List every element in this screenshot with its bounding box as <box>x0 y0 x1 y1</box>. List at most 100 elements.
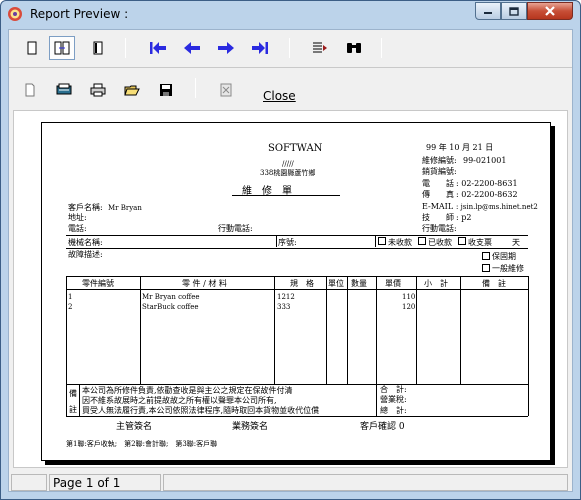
rule <box>326 276 327 384</box>
app-icon <box>8 7 22 21</box>
col-part-name: 零 件 / 材 料 <box>182 279 227 288</box>
row-spec: 333 <box>277 303 291 311</box>
find-icon <box>347 43 361 53</box>
previous-page-button[interactable] <box>179 36 205 60</box>
page-width-button[interactable] <box>85 36 111 60</box>
page-setup-button[interactable] <box>51 78 77 102</box>
toolbar-separator <box>289 38 290 58</box>
rule <box>528 276 529 416</box>
rule <box>66 276 67 416</box>
rule <box>66 276 528 277</box>
tel-value: : 02-2200-8631 <box>456 179 518 188</box>
customer-label: 客戶名稱: <box>68 203 103 212</box>
serial-label: 序號: <box>278 238 297 247</box>
fax-label: 傳 真 <box>422 190 454 199</box>
previous-page-icon <box>184 42 200 54</box>
row-price: 110 <box>402 293 416 301</box>
maximize-button[interactable] <box>501 2 527 20</box>
warranty-label: 保固期 <box>492 252 516 261</box>
last-page-button[interactable] <box>247 36 273 60</box>
paid-label: 已收款 <box>428 238 452 247</box>
fault-label: 故障描述: <box>68 250 103 259</box>
navigation-toolbar <box>9 30 572 68</box>
warranty-checkbox[interactable] <box>482 252 490 260</box>
check-checkbox[interactable] <box>458 237 466 245</box>
row-part-no: 2 <box>68 303 73 311</box>
tel-label: 電 話 <box>422 179 454 188</box>
repair-no-label: 維修編號: <box>422 156 457 165</box>
new-document-button[interactable] <box>17 78 43 102</box>
rule <box>66 384 528 385</box>
report-preview-window: Report Preview : Close SOFTWAN ///// 338… <box>0 0 581 500</box>
col-part-no: 零件編號 <box>82 279 114 288</box>
email-label: E-MAIL <box>422 202 454 211</box>
first-page-button[interactable] <box>145 36 171 60</box>
toolbar-separator <box>125 38 126 58</box>
last-page-icon <box>252 42 268 54</box>
rule <box>416 276 417 384</box>
tech-value: : p2 <box>456 213 472 222</box>
rule <box>274 276 275 384</box>
minimize-button[interactable] <box>475 2 501 20</box>
save-icon <box>160 84 172 96</box>
first-page-icon <box>150 42 166 54</box>
general-repair-checkbox[interactable] <box>482 264 490 272</box>
go-to-page-icon <box>313 42 327 53</box>
row-price: 120 <box>402 303 416 311</box>
one-page-view-button[interactable] <box>19 36 45 60</box>
maximize-icon <box>509 6 519 16</box>
grand-total-label: 總 計: <box>380 406 407 415</box>
setup-icon <box>56 83 72 95</box>
close-window-button[interactable] <box>527 2 573 20</box>
model-label: 機械名稱: <box>68 238 103 247</box>
rule <box>460 276 461 384</box>
next-page-button[interactable] <box>213 36 239 60</box>
col-spec: 規 格 <box>290 279 314 288</box>
col-qty: 數量 <box>351 279 367 288</box>
save-button[interactable] <box>153 78 179 102</box>
customer-confirmation: 客戶確認 0 <box>360 422 405 432</box>
minimize-icon <box>484 12 492 14</box>
rule <box>79 384 80 416</box>
col-unit: 單位 <box>328 279 344 288</box>
mobile-label: 行動電話: <box>422 224 457 233</box>
company-line-1: ///// <box>282 160 294 168</box>
report-page: SOFTWAN ///// 338桃園縣蘆竹鄉 維 修 單 99 年 10 月 … <box>41 122 551 461</box>
preview-area[interactable]: SOFTWAN ///// 338桃園縣蘆竹鄉 維 修 單 99 年 10 月 … <box>13 110 568 468</box>
page-indicator: Page 1 of 1 <box>53 476 121 490</box>
window-title: Report Preview : <box>30 7 129 21</box>
export-icon <box>220 83 232 97</box>
repair-no: 99-021001 <box>463 156 507 165</box>
open-button[interactable] <box>119 78 145 102</box>
close-report-link[interactable]: Close <box>263 89 296 103</box>
go-to-page-button[interactable] <box>307 36 333 60</box>
rule <box>66 248 528 249</box>
find-button[interactable] <box>341 36 367 60</box>
unpaid-checkbox[interactable] <box>378 237 386 245</box>
print-button[interactable] <box>85 78 111 102</box>
note-label-top: 備 <box>69 389 77 398</box>
export-button[interactable] <box>213 78 239 102</box>
rule <box>66 235 528 236</box>
days-label: 天 <box>512 238 520 247</box>
one-page-view-icon <box>27 41 37 55</box>
title-bar[interactable]: Report Preview : <box>1 1 580 29</box>
note-line-3: 買受人無法履行責,本公司依照法律程序,隨時取回本貨物並收代位償 <box>82 406 320 415</box>
paid-checkbox[interactable] <box>418 237 426 245</box>
new-document-icon <box>25 83 35 97</box>
print-icon <box>90 83 106 97</box>
unpaid-label: 未收款 <box>388 238 412 247</box>
title-underline <box>232 195 340 196</box>
status-cell <box>163 474 568 491</box>
status-cell <box>11 474 47 491</box>
rule <box>66 416 528 417</box>
two-page-view-button[interactable] <box>49 36 75 60</box>
client-area: Close SOFTWAN ///// 338桃園縣蘆竹鄉 維 修 單 99 年… <box>8 29 573 492</box>
close-icon <box>545 6 555 16</box>
status-bar: Page 1 of 1 <box>9 471 572 492</box>
sales-no-label: 銷貨編號: <box>422 167 457 176</box>
mobile2-label: 行動電話: <box>218 224 253 233</box>
fax-value: : 02-2200-8632 <box>456 190 518 199</box>
rule <box>376 384 377 416</box>
tech-label: 技 師 <box>422 213 454 222</box>
